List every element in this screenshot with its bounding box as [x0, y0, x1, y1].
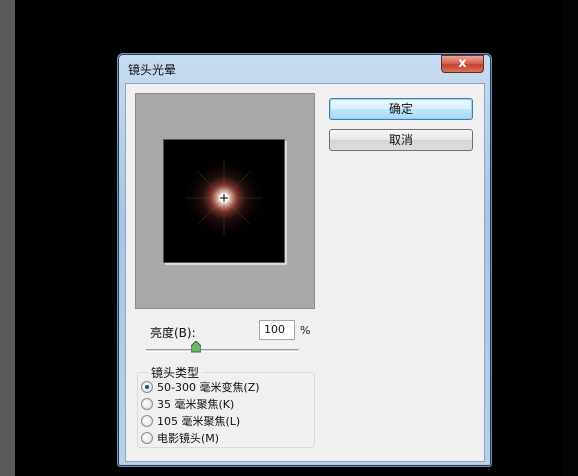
radio-lens-105[interactable]: 105 毫米聚焦(L) [141, 414, 240, 430]
background-right-strip [563, 0, 578, 476]
radio-lens-35[interactable]: 35 毫米聚焦(K) [141, 397, 234, 413]
radio-label: 105 毫米聚焦(L) [157, 415, 241, 428]
brightness-label: 亮度(B): [150, 326, 196, 340]
dialog-content: 确定 取消 亮度(B): 100 % 镜头类型 50-300 毫米变焦(Z) 3… [125, 83, 485, 462]
radio-icon[interactable] [141, 432, 153, 444]
close-button[interactable]: x [441, 55, 484, 73]
desktop-background: 镜头光晕 x 确定 取消 亮度(B): 100 % 镜头类型 50-300 毫米… [0, 0, 578, 476]
background-left-strip [0, 0, 15, 476]
cancel-button[interactable]: 取消 [329, 129, 473, 151]
radio-lens-50-300[interactable]: 50-300 毫米变焦(Z) [141, 380, 260, 396]
title-bar[interactable]: 镜头光晕 x [118, 54, 491, 82]
close-icon: x [458, 56, 467, 71]
preview-panel [135, 93, 315, 309]
radio-label: 35 毫米聚焦(K) [157, 398, 235, 411]
ok-button[interactable]: 确定 [329, 98, 473, 120]
radio-icon[interactable] [141, 415, 153, 427]
radio-icon[interactable] [141, 398, 153, 410]
brightness-unit: % [300, 324, 311, 337]
brightness-input[interactable]: 100 [259, 320, 295, 340]
brightness-slider-track[interactable] [146, 349, 299, 352]
brightness-slider-thumb[interactable] [191, 341, 201, 353]
radio-lens-movie[interactable]: 电影镜头(M) [141, 431, 219, 447]
lens-type-title: 镜头类型 [148, 364, 203, 381]
radio-label: 50-300 毫米变焦(Z) [157, 381, 260, 394]
flare-preview[interactable] [163, 139, 285, 263]
radio-selected-icon[interactable] [141, 381, 153, 393]
lens-flare-dialog: 镜头光晕 x 确定 取消 亮度(B): 100 % 镜头类型 50-300 毫米… [117, 53, 492, 467]
flare-preview-graphic [164, 140, 284, 262]
dialog-title: 镜头光晕 [128, 63, 177, 77]
radio-label: 电影镜头(M) [157, 432, 220, 445]
